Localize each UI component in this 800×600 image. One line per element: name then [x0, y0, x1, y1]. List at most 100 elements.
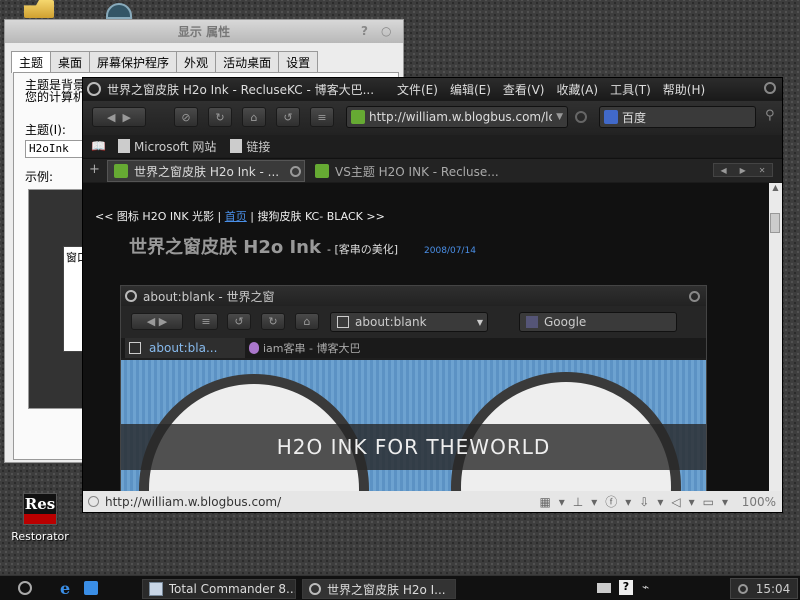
nav-prev[interactable]: << 图标 H2O INK 光影 | [95, 210, 221, 223]
tab-settings[interactable]: 设置 [278, 51, 319, 73]
home-button[interactable]: ⌂ [242, 107, 266, 127]
inner-search-box: Google [519, 312, 677, 332]
close-button[interactable]: ○ [381, 24, 395, 38]
nav-next[interactable]: | 搜狗皮肤 KC- BLACK >> [250, 210, 385, 223]
inner-list-icon: ≡ [194, 313, 218, 330]
bookmark-microsoft[interactable]: Microsoft 网站 [134, 138, 216, 155]
usb-icon[interactable]: ⌁ [642, 580, 649, 594]
help-button[interactable]: ? [361, 24, 375, 38]
home-link[interactable]: 首页 [225, 210, 247, 223]
clock-icon [737, 583, 748, 594]
forward-icon: ▶ [122, 110, 131, 124]
tab-inactive[interactable]: VS主题 H2O INK - Recluse... [309, 160, 509, 182]
menu-help[interactable]: 帮助(H) [663, 81, 705, 98]
inner-tab-label: about:bla... [149, 341, 218, 355]
menu-favorites[interactable]: 收藏(A) [556, 81, 598, 98]
tab-appearance[interactable]: 外观 [176, 51, 217, 73]
tab-active-desktop[interactable]: 活动桌面 [215, 51, 280, 73]
browser-close-icon[interactable] [764, 82, 776, 94]
restorator-desktop-icon[interactable]: Res Restorator [8, 493, 72, 543]
post-title[interactable]: 世界之窗皮肤 H2o Ink [129, 233, 321, 259]
address-bar[interactable]: http://william.w.blogbus.com/lo ▼ [346, 106, 568, 128]
address-input[interactable]: http://william.w.blogbus.com/lo [369, 110, 552, 124]
post-category[interactable]: - [客串の美化] [327, 241, 398, 257]
tab-themes[interactable]: 主题 [11, 51, 52, 73]
tab-bar: + 世界之窗皮肤 H2o Ink - ... VS主题 H2O INK - Re… [83, 158, 782, 182]
scroll-up-icon[interactable]: ▲ [769, 183, 782, 192]
menu-button[interactable]: ≡ [310, 107, 334, 127]
menu-edit[interactable]: 编辑(E) [450, 81, 491, 98]
back-icon: ◀ [107, 110, 116, 124]
desktop-icon-globe[interactable] [106, 3, 132, 19]
inner-close-icon [689, 290, 700, 302]
page-icon [337, 316, 349, 328]
inner-titlebar: about:blank - 世界之窗 [121, 286, 706, 306]
tab-favicon-icon [114, 164, 128, 178]
tab-active[interactable]: 世界之窗皮肤 H2o Ink - ... [107, 160, 305, 182]
help-tray-icon[interactable]: ? [619, 580, 633, 595]
back-forward-button[interactable]: ◀ ▶ [92, 107, 146, 127]
desktop-icon-folder[interactable] [24, 0, 54, 18]
address-dropdown-icon[interactable]: ▼ [552, 112, 567, 122]
post-header: 世界之窗皮肤 H2o Ink - [客串の美化] 2008/07/14 [129, 233, 476, 259]
dialog-title: 显示 属性 [177, 25, 231, 39]
task-label: Total Commander 8... [168, 582, 295, 596]
tab-close-icon[interactable] [290, 165, 301, 177]
zoom-level[interactable]: 100% [742, 495, 776, 509]
list-icon: ≡ [317, 110, 327, 124]
task-total-commander[interactable]: Total Commander 8... [142, 579, 296, 599]
search-icon[interactable]: ⚲ [765, 108, 775, 123]
keyboard-icon[interactable] [597, 583, 611, 593]
refresh-button[interactable]: ↻ [208, 107, 232, 127]
quicklaunch-icon[interactable] [84, 581, 98, 595]
tab-favicon-icon [315, 164, 329, 178]
new-tab-button[interactable]: + [89, 162, 100, 177]
theme-description: 主题是背景 您的计算机 [25, 79, 85, 103]
theme-select[interactable]: H2oInk [25, 140, 85, 158]
theworld-logo-icon [309, 583, 321, 595]
inner-title: about:blank - 世界之窗 [143, 289, 275, 304]
inner-home-icon: ⌂ [295, 313, 319, 330]
refresh-icon: ↻ [215, 110, 225, 124]
browser-titlebar[interactable]: 世界之窗皮肤 H2o Ink - RecluseKC - 博客大巴... 文件(… [83, 78, 782, 100]
book-icon[interactable]: 📖 [91, 139, 106, 153]
page-icon [129, 342, 141, 354]
tab-screensaver[interactable]: 屏幕保护程序 [89, 51, 178, 73]
theworld-logo-icon [87, 82, 101, 96]
inner-dropdown-icon: ▼ [476, 317, 483, 327]
tab-scroll-right-icon[interactable]: ▶ [740, 166, 746, 175]
bookmark-links[interactable]: 链接 [246, 138, 270, 155]
inner-tab-label: iam客串 - 博客大巴 [263, 342, 361, 355]
menu-view[interactable]: 查看(V) [503, 81, 545, 98]
page-scrollbar[interactable]: ▲ [769, 183, 782, 491]
scroll-thumb[interactable] [770, 213, 780, 233]
menu-tools[interactable]: 工具(T) [610, 81, 651, 98]
ie-icon[interactable]: e [60, 579, 70, 598]
menu-file[interactable]: 文件(E) [397, 81, 438, 98]
stop-button[interactable]: ⊘ [174, 107, 198, 127]
inner-refresh-icon: ↻ [261, 313, 285, 330]
restorator-logo-icon: Res [23, 493, 57, 525]
inner-banner: H2O INK FOR THEWORLD [121, 360, 706, 491]
baidu-icon [604, 110, 618, 124]
dialog-tabs: 主题 桌面 屏幕保护程序 外观 活动桌面 设置 [5, 43, 403, 73]
inner-tab-active: about:bla... [125, 338, 245, 358]
inner-toolbar: ◀ ▶ ≡ ↺ ↻ ⌂ about:blank ▼ Google [121, 306, 706, 338]
inner-undo-icon: ↺ [227, 313, 251, 330]
restore-button[interactable]: ↺ [276, 107, 300, 127]
tab-list-icon[interactable]: ✕ [759, 166, 766, 175]
start-button-icon[interactable] [18, 581, 32, 595]
restorator-label: Restorator [11, 530, 69, 543]
go-icon[interactable] [575, 111, 587, 123]
search-box[interactable]: 百度 [599, 106, 756, 128]
tray-clock[interactable]: 15:04 [730, 578, 798, 599]
tab-scroll-left-icon[interactable]: ◀ [720, 166, 726, 175]
dialog-titlebar[interactable]: 显示 属性 ? ○ [5, 20, 403, 43]
task-theworld[interactable]: 世界之窗皮肤 H2o I... [302, 579, 456, 599]
tab-scroll-controls[interactable]: ◀ ▶ ✕ [713, 163, 773, 177]
tab-desktop[interactable]: 桌面 [50, 51, 91, 73]
ie-page-icon [230, 139, 243, 153]
status-page-icon [88, 496, 99, 507]
clock-time: 15:04 [755, 581, 791, 596]
status-bar: http://william.w.blogbus.com/ ▦▾⊥▾ⓕ▾⇩▾◁▾… [83, 491, 782, 512]
